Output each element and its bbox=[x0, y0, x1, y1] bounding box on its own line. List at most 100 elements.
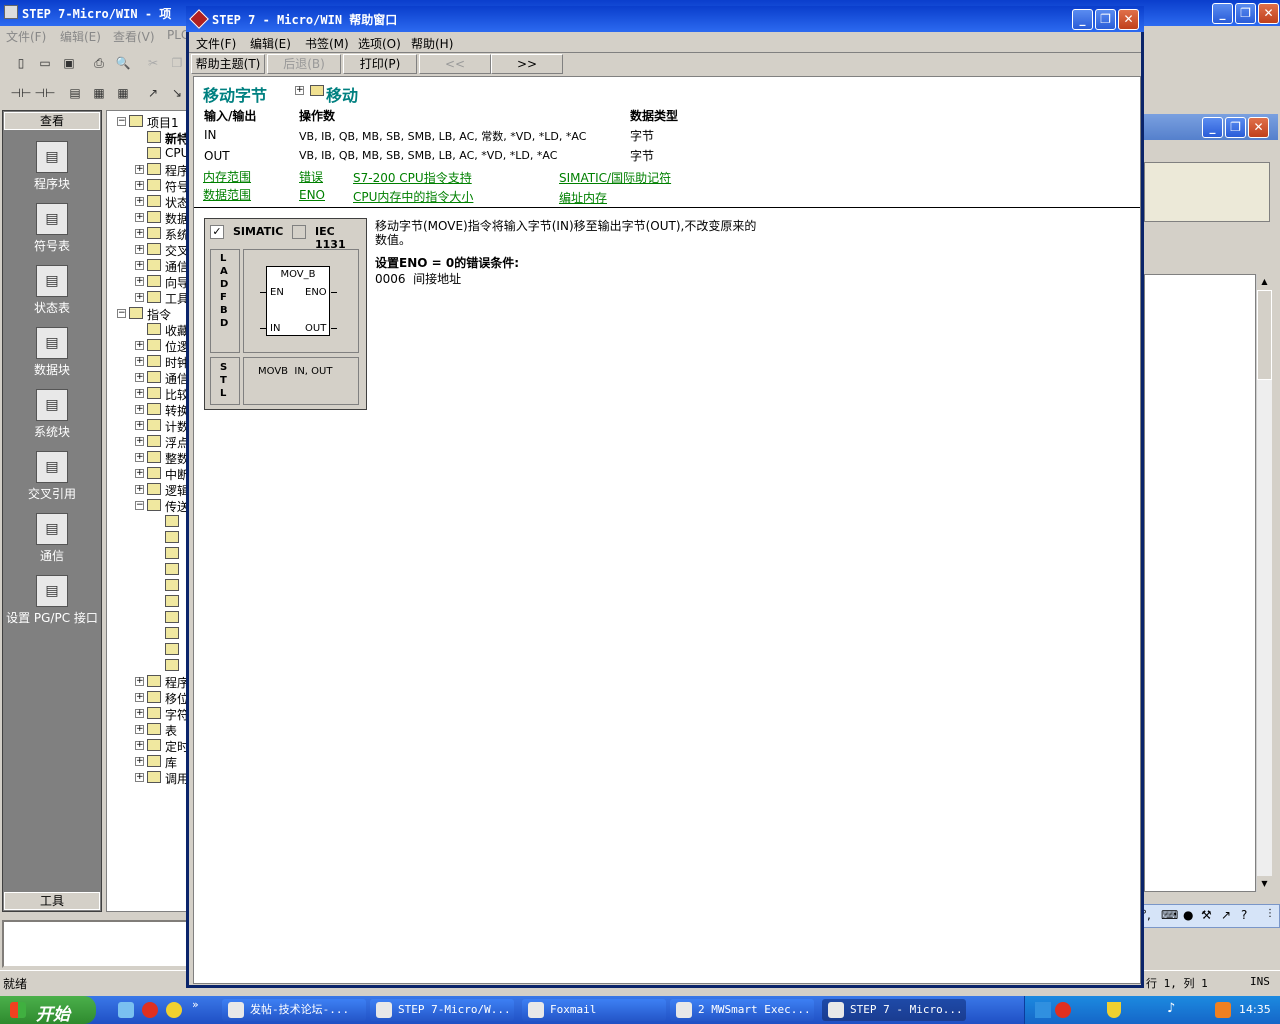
tree-project-item[interactable]: + 符号 bbox=[107, 177, 191, 194]
taskbar-button[interactable]: 发帖-技术论坛-... bbox=[222, 999, 366, 1021]
open-icon[interactable]: ▭ bbox=[34, 52, 56, 74]
help-minimize-button[interactable]: _ bbox=[1072, 9, 1093, 30]
link-addressing[interactable]: 编址内存 bbox=[559, 189, 607, 206]
tree-transfer-leaf[interactable] bbox=[107, 513, 191, 529]
antivirus-icon[interactable] bbox=[1055, 1002, 1071, 1018]
link-mem-range[interactable]: 内存范围 bbox=[203, 168, 251, 185]
expand-icon[interactable]: + bbox=[135, 453, 144, 462]
help-maximize-button[interactable]: ❐ bbox=[1095, 9, 1116, 30]
help-menu-file[interactable]: 文件(F) bbox=[196, 35, 236, 52]
status-chart-icon[interactable]: ▦ bbox=[88, 82, 110, 104]
contact-insert-icon[interactable]: ⊣⊢ bbox=[10, 82, 32, 104]
tree-project-item[interactable]: + 交叉 bbox=[107, 241, 191, 258]
taskbar-button[interactable]: STEP 7-Micro/W... bbox=[370, 999, 514, 1021]
expand-icon[interactable]: + bbox=[135, 773, 144, 782]
shield-icon[interactable] bbox=[1107, 1002, 1121, 1018]
user-icon[interactable]: ● bbox=[1183, 908, 1193, 922]
editor-canvas[interactable] bbox=[1144, 274, 1256, 892]
tools-footer[interactable]: 工具 bbox=[4, 892, 100, 910]
expand-icon[interactable]: + bbox=[135, 213, 144, 222]
volume-icon[interactable]: ♪ bbox=[1167, 1001, 1175, 1016]
menu-view[interactable]: 查看(V) bbox=[113, 28, 155, 45]
tree-transfer-leaf[interactable] bbox=[107, 609, 191, 625]
tree-transfer-leaf[interactable] bbox=[107, 545, 191, 561]
nav-item-7[interactable]: ▤ 设置 PG/PC 接口 bbox=[3, 575, 101, 626]
link-instr-size[interactable]: CPU内存中的指令大小 bbox=[353, 188, 473, 205]
expand-icon[interactable]: + bbox=[135, 389, 144, 398]
tree-instruction-item[interactable]: + 通信 bbox=[107, 369, 191, 386]
quicklaunch-app-icon[interactable] bbox=[166, 1002, 182, 1018]
scroll-down-icon[interactable]: ▼ bbox=[1257, 876, 1272, 892]
menu-edit[interactable]: 编辑(E) bbox=[60, 28, 101, 45]
taskbar-button[interactable]: Foxmail bbox=[522, 999, 666, 1021]
tree-project-item[interactable]: CPU bbox=[107, 145, 191, 161]
tree-instruction-item[interactable]: + 计数 bbox=[107, 417, 191, 434]
tree-project-item[interactable]: + 系统 bbox=[107, 225, 191, 242]
help-menu-help[interactable]: 帮助(H) bbox=[411, 35, 453, 52]
collapse-icon[interactable]: − bbox=[117, 117, 126, 126]
expand-icon[interactable]: + bbox=[135, 437, 144, 446]
expand-icon[interactable]: + bbox=[135, 373, 144, 382]
close-button[interactable]: ✕ bbox=[1258, 3, 1279, 24]
tree-instruction-item[interactable]: + 字符 bbox=[107, 705, 191, 722]
editor-vertical-scrollbar[interactable]: ▲ ▼ bbox=[1256, 274, 1272, 892]
tree-instruction-item[interactable]: + 比较 bbox=[107, 385, 191, 402]
expand-icon[interactable]: + bbox=[135, 757, 144, 766]
stl-tab[interactable]: STL bbox=[210, 357, 240, 405]
tree-instructions[interactable]: − 指令 bbox=[107, 305, 191, 322]
tree-transfer-leaf[interactable] bbox=[107, 625, 191, 641]
expand-icon[interactable]: + bbox=[295, 86, 304, 95]
expand-icon[interactable]: + bbox=[135, 229, 144, 238]
expand-icon[interactable]: + bbox=[135, 277, 144, 286]
nav-item-4[interactable]: ▤ 系统块 bbox=[3, 389, 101, 440]
nav-item-5[interactable]: ▤ 交叉引用 bbox=[3, 451, 101, 502]
help-menu-edit[interactable]: 编辑(E) bbox=[250, 35, 291, 52]
tree-instruction-item[interactable]: + 库 bbox=[107, 753, 191, 770]
iec-checkbox[interactable] bbox=[292, 225, 306, 239]
expand-icon[interactable]: + bbox=[135, 741, 144, 750]
start-button[interactable]: 开始 bbox=[0, 996, 96, 1024]
print-button[interactable]: 打印(P) bbox=[343, 54, 417, 74]
tree-instruction-item[interactable]: + 整数 bbox=[107, 449, 191, 466]
copy-icon[interactable]: ❐ bbox=[166, 52, 188, 74]
options-icon[interactable]: ⋮ bbox=[1265, 908, 1275, 919]
ime-icon[interactable] bbox=[1215, 1002, 1231, 1018]
tree-instruction-item[interactable]: + 中断 bbox=[107, 465, 191, 482]
expand-icon[interactable]: + bbox=[135, 693, 144, 702]
tree-instruction-item[interactable]: + 程序 bbox=[107, 673, 191, 690]
quicklaunch-more-icon[interactable]: » bbox=[192, 998, 199, 1011]
tree-instruction-item[interactable]: + 调用 bbox=[107, 769, 191, 786]
save-all-icon[interactable]: ▣ bbox=[58, 52, 80, 74]
expand-icon[interactable]: + bbox=[135, 677, 144, 686]
expand-icon[interactable]: + bbox=[135, 165, 144, 174]
back-button[interactable]: 后退(B) bbox=[267, 54, 341, 74]
lad-fbd-tab[interactable]: LADFBD bbox=[210, 249, 240, 353]
tree-project-item[interactable]: 新特 bbox=[107, 129, 191, 146]
tree-project-item[interactable]: + 数据 bbox=[107, 209, 191, 226]
tree-instruction-item[interactable]: − 传送 bbox=[107, 497, 191, 514]
next-button[interactable]: >> bbox=[491, 54, 563, 74]
tree-project-item[interactable]: + 状态 bbox=[107, 193, 191, 210]
view-header[interactable]: 查看 bbox=[4, 112, 100, 130]
tree-transfer-leaf[interactable] bbox=[107, 641, 191, 657]
quicklaunch-browser-icon[interactable] bbox=[142, 1002, 158, 1018]
help-menu-bookmark[interactable]: 书签(M) bbox=[305, 35, 349, 52]
expand-icon[interactable]: + bbox=[135, 725, 144, 734]
tree-project[interactable]: − 项目1 bbox=[107, 113, 191, 130]
link-data-range[interactable]: 数据范围 bbox=[203, 186, 251, 203]
wrench-icon[interactable]: ⚒ bbox=[1201, 908, 1212, 922]
minimize-button[interactable]: _ bbox=[1212, 3, 1233, 24]
link-eno[interactable]: ENO bbox=[299, 188, 325, 202]
help-menu-options[interactable]: 选项(O) bbox=[358, 35, 401, 52]
tree-instruction-item[interactable]: 收藏 bbox=[107, 321, 191, 338]
help-close-button[interactable]: ✕ bbox=[1118, 9, 1139, 30]
nav-item-3[interactable]: ▤ 数据块 bbox=[3, 327, 101, 378]
ladder-icon[interactable]: ▤ bbox=[64, 82, 86, 104]
expand-icon[interactable]: + bbox=[135, 197, 144, 206]
tree-instruction-item[interactable]: + 转换 bbox=[107, 401, 191, 418]
help-topics-button[interactable]: 帮助主题(T) bbox=[191, 54, 265, 74]
nav-item-2[interactable]: ▤ 状态表 bbox=[3, 265, 101, 316]
tree-instruction-item[interactable]: + 定时 bbox=[107, 737, 191, 754]
tree-instruction-item[interactable]: + 位逻 bbox=[107, 337, 191, 354]
scroll-up-icon[interactable]: ▲ bbox=[1257, 274, 1272, 290]
